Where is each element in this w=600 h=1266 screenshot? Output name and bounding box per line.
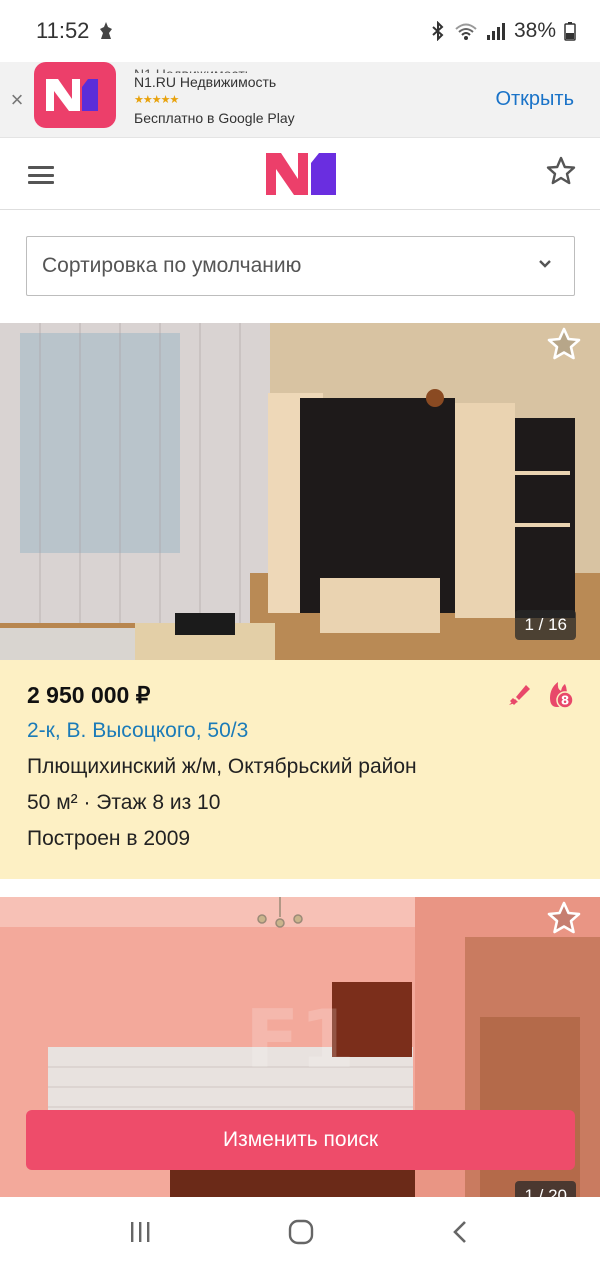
listing-district: Плющихинский ж/м, Октябрьский район <box>27 755 417 778</box>
banner-text: N1 Недвижимость N1.RU Недвижимость ★★★★★… <box>134 67 295 127</box>
status-time-group: 11:52 <box>36 18 115 44</box>
wifi-icon <box>455 23 477 40</box>
listing-built-year: Построен в 2009 <box>27 827 191 850</box>
listing-card[interactable]: 1 / 16 2 950 000 ₽ 2-к, В. Высоцкого, 50… <box>0 323 600 879</box>
photo-counter: 1 / 16 <box>515 610 576 640</box>
bluetooth-icon <box>432 21 444 41</box>
banner-subtitle: Бесплатно в Google Play <box>134 109 295 126</box>
listing-badges: 8 <box>506 680 574 710</box>
app-install-banner: × N1 Недвижимость N1.RU Недвижимость ★★★… <box>0 62 600 138</box>
battery-percent: 38% <box>513 19 556 42</box>
battery-icon <box>564 22 576 41</box>
chevron-down-icon <box>539 260 551 268</box>
n1-app-logo <box>34 62 116 128</box>
home-icon[interactable] <box>287 1218 315 1246</box>
listing-info: 2 950 000 ₽ 2-к, В. Высоцкого, 50/3 Плющ… <box>0 660 600 879</box>
n1-logo-icon <box>46 78 98 111</box>
svg-text:F1: F1 <box>245 993 355 1086</box>
recent-apps-icon[interactable] <box>128 1220 152 1244</box>
back-icon[interactable] <box>450 1219 472 1245</box>
listing-address-link[interactable]: 2-к, В. Высоцкого, 50/3 <box>27 719 600 749</box>
site-header <box>0 138 600 210</box>
n1-site-logo[interactable] <box>264 149 338 197</box>
room-photo-illustration <box>0 323 600 660</box>
sort-label: Сортировка по умолчанию <box>42 254 302 277</box>
system-navigation-bar <box>0 1197 600 1266</box>
status-time: 11:52 <box>36 18 90 43</box>
photo-counter: 1 / 20 <box>515 1181 576 1197</box>
favorites-star-icon[interactable] <box>546 156 576 186</box>
sort-dropdown[interactable]: Сортировка по умолчанию <box>26 236 575 296</box>
favorite-star-icon[interactable] <box>542 325 586 365</box>
change-search-button[interactable]: Изменить поиск <box>26 1110 575 1170</box>
banner-app-name: N1.RU Недвижимость <box>134 73 277 90</box>
renovation-brush-icon <box>509 685 530 705</box>
menu-icon[interactable] <box>28 166 54 184</box>
listing-photo[interactable]: 1 / 16 <box>0 323 600 660</box>
notification-icon <box>100 22 113 39</box>
banner-rating-stars: ★★★★★ <box>134 93 179 106</box>
status-bar: 11:52 38% <box>0 0 600 62</box>
signal-icon <box>486 23 505 40</box>
fire-badge-icon: 8 <box>550 682 574 709</box>
banner-close-button[interactable]: × <box>0 87 34 113</box>
status-indicators: 38% <box>430 19 576 43</box>
favorite-star-icon[interactable] <box>542 899 586 939</box>
fire-badge-count: 8 <box>561 694 569 708</box>
banner-open-button[interactable]: Открыть <box>495 88 574 111</box>
listing-area-floor: 50 м² · Этаж 8 из 10 <box>27 791 221 814</box>
